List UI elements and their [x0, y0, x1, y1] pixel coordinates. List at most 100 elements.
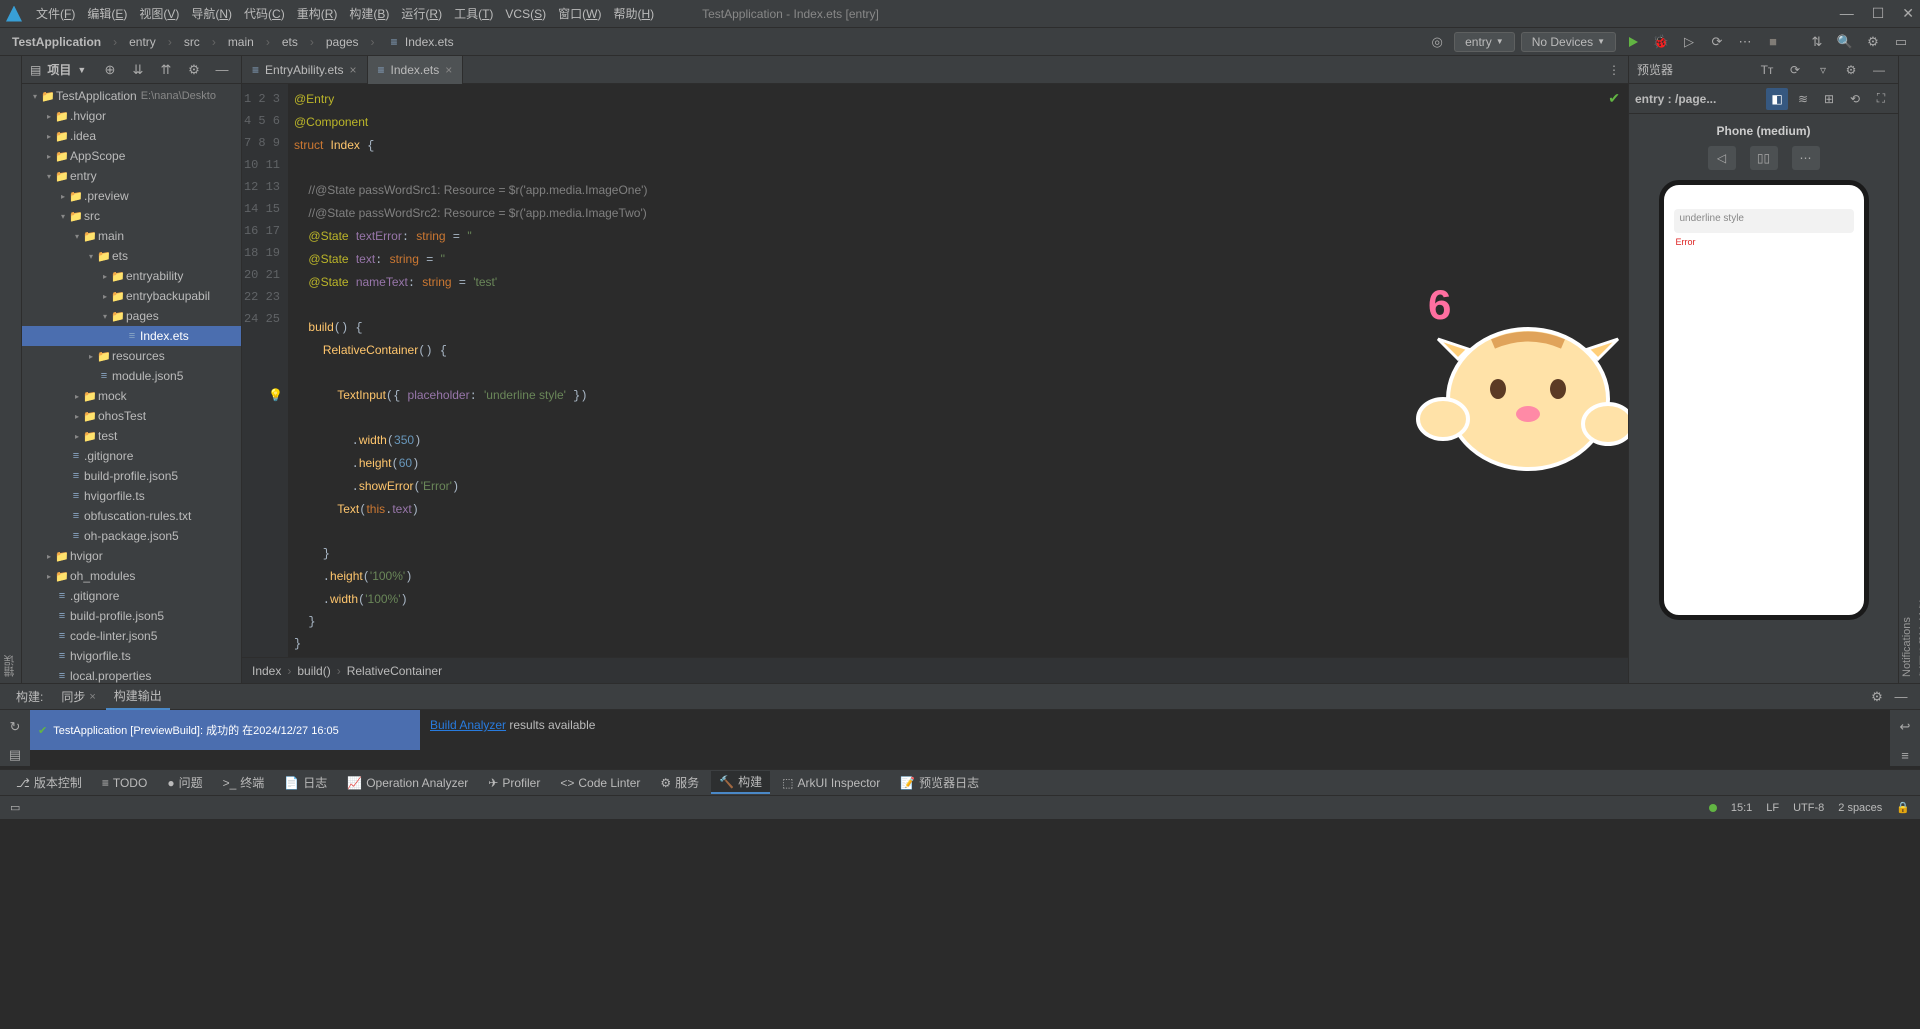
close-tab-icon[interactable]: ×: [349, 63, 356, 77]
line-gutter[interactable]: 1 2 3 4 5 6 7 8 9 10 11 12 13 14 15 16 1…: [242, 84, 288, 657]
stop-icon[interactable]: [1762, 31, 1784, 53]
tree-caret-icon[interactable]: ▾: [86, 252, 96, 261]
build-filter-icon[interactable]: ▤: [4, 744, 26, 766]
menu-帮助[interactable]: 帮助(H): [607, 5, 660, 23]
tree-item[interactable]: ≡ .gitignore: [22, 586, 241, 606]
menu-重构[interactable]: 重构(R): [291, 5, 344, 23]
build-tab[interactable]: 同步×: [53, 684, 103, 709]
preview-expand-icon[interactable]: ⛶: [1870, 88, 1892, 110]
tree-caret-icon[interactable]: ▸: [44, 572, 54, 581]
tree-caret-icon[interactable]: ▾: [58, 212, 68, 221]
tree-caret-icon[interactable]: ▸: [100, 272, 110, 281]
bottom-tool[interactable]: ⬚ArkUI Inspector: [774, 774, 888, 792]
tree-item[interactable]: ▸📁 hvigor: [22, 546, 241, 566]
preview-mode-icon[interactable]: ◧: [1766, 88, 1788, 110]
tree-item[interactable]: ▸📁 resources: [22, 346, 241, 366]
lightbulb-icon[interactable]: 💡: [268, 384, 283, 406]
tree-caret-icon[interactable]: ▸: [86, 352, 96, 361]
debug-icon[interactable]: [1650, 31, 1672, 53]
menu-工具[interactable]: 工具(T): [448, 5, 499, 23]
breadcrumb-segment[interactable]: pages: [322, 33, 363, 51]
status-lock-icon[interactable]: 🔒: [1896, 801, 1910, 814]
tree-caret-icon[interactable]: ▸: [44, 112, 54, 121]
status-encoding[interactable]: UTF-8: [1793, 802, 1824, 814]
build-result-item[interactable]: ✔ TestApplication [PreviewBuild]: 成功的 在2…: [30, 710, 420, 750]
bottom-tool[interactable]: ✈Profiler: [480, 774, 548, 792]
rail-Notifications[interactable]: Notifications: [1899, 56, 1915, 683]
editor-bc-segment[interactable]: Index: [252, 664, 281, 678]
menu-运行[interactable]: 运行(R): [395, 5, 448, 23]
vcs-icon[interactable]: ⇅: [1806, 31, 1828, 53]
menu-编辑[interactable]: 编辑(E): [81, 5, 133, 23]
run-config-dropdown[interactable]: entry ▼: [1454, 32, 1515, 52]
reload-icon[interactable]: [1706, 31, 1728, 53]
tree-caret-icon[interactable]: ▸: [72, 412, 82, 421]
editor-bc-segment[interactable]: build(): [297, 664, 330, 678]
editor-bc-segment[interactable]: RelativeContainer: [347, 664, 442, 678]
bottom-tool[interactable]: 📈Operation Analyzer: [339, 774, 476, 792]
tabs-more-icon[interactable]: ⋮: [1600, 63, 1628, 77]
preview-rotate-icon[interactable]: ⟲: [1844, 88, 1866, 110]
bottom-tool[interactable]: ●问题: [159, 772, 210, 793]
tree-caret-icon[interactable]: ▸: [44, 552, 54, 561]
locate-icon[interactable]: ⊕: [99, 59, 121, 81]
coverage-icon[interactable]: [1678, 31, 1700, 53]
refresh-preview-icon[interactable]: ⟳: [1784, 59, 1806, 81]
run-icon[interactable]: [1622, 31, 1644, 53]
build-settings-icon[interactable]: [1866, 686, 1888, 708]
menu-视图[interactable]: 视图(V): [133, 5, 185, 23]
tree-item[interactable]: ▾📁 pages: [22, 306, 241, 326]
dropdown-caret-icon[interactable]: ▼: [77, 65, 86, 75]
scroll-end-icon[interactable]: ≡: [1894, 744, 1916, 766]
hide-preview-icon[interactable]: —: [1868, 59, 1890, 81]
tree-item[interactable]: ≡ hvigorfile.ts: [22, 486, 241, 506]
bottom-tool[interactable]: 🔨构建: [711, 771, 770, 794]
tree-item[interactable]: ▸📁 ohosTest: [22, 406, 241, 426]
menu-构建[interactable]: 构建(B): [343, 5, 395, 23]
tree-item[interactable]: ▸📁 oh_modules: [22, 566, 241, 586]
status-position[interactable]: 15:1: [1731, 802, 1752, 814]
breadcrumb-segment[interactable]: main: [224, 33, 258, 51]
phone-back-icon[interactable]: ◁: [1708, 146, 1736, 170]
tree-item[interactable]: ▸📁 entrybackupabil: [22, 286, 241, 306]
collapse-icon[interactable]: ⇊: [127, 59, 149, 81]
close-button[interactable]: ✕: [1902, 5, 1914, 22]
preview-entry-label[interactable]: entry : /page...: [1635, 92, 1762, 106]
build-restart-icon[interactable]: ↻: [4, 716, 26, 738]
status-quick-access-icon[interactable]: ▭: [10, 801, 20, 814]
hide-build-icon[interactable]: —: [1890, 686, 1912, 708]
tree-item[interactable]: ≡ build-profile.json5: [22, 466, 241, 486]
menu-导航[interactable]: 导航(N): [185, 5, 238, 23]
tree-item[interactable]: ▸📁 .preview: [22, 186, 241, 206]
tree-item[interactable]: ▸📁 mock: [22, 386, 241, 406]
tree-item[interactable]: ≡ Index.ets: [22, 326, 241, 346]
status-line-ending[interactable]: LF: [1766, 802, 1779, 814]
tree-caret-icon[interactable]: ▸: [72, 432, 82, 441]
project-view-icon[interactable]: ▤: [30, 63, 41, 77]
bottom-tool[interactable]: 📄日志: [276, 772, 335, 793]
panel-settings-icon[interactable]: [183, 59, 205, 81]
tree-item[interactable]: ▸📁 test: [22, 426, 241, 446]
tree-item[interactable]: ≡ module.json5: [22, 366, 241, 386]
phone-more-icon[interactable]: ⋯: [1792, 146, 1820, 170]
tree-caret-icon[interactable]: ▸: [72, 392, 82, 401]
tree-item[interactable]: ▾📁 main: [22, 226, 241, 246]
menu-窗口[interactable]: 窗口(W): [552, 5, 607, 23]
close-tab-icon[interactable]: ×: [445, 63, 452, 77]
tree-item[interactable]: ≡ build-profile.json5: [22, 606, 241, 626]
tree-item[interactable]: ▸📁 .hvigor: [22, 106, 241, 126]
filter-icon[interactable]: ▿: [1812, 59, 1834, 81]
preview-layers-icon[interactable]: ≋: [1792, 88, 1814, 110]
breadcrumb-segment[interactable]: TestApplication: [8, 33, 105, 51]
tree-caret-icon[interactable]: ▸: [44, 132, 54, 141]
expand-icon[interactable]: ⇈: [155, 59, 177, 81]
build-tab[interactable]: 构建:: [8, 684, 51, 709]
build-analyzer-link[interactable]: Build Analyzer: [430, 718, 506, 732]
editor-tab[interactable]: ≡Index.ets×: [368, 56, 464, 84]
tree-item[interactable]: ▾📁 TestApplicationE:\nana\Deskto: [22, 86, 241, 106]
menu-代码[interactable]: 代码(C): [238, 5, 291, 23]
breadcrumb-segment[interactable]: ≡ Index.ets: [383, 33, 458, 51]
tree-item[interactable]: ≡ obfuscation-rules.txt: [22, 506, 241, 526]
tree-item[interactable]: ▾📁 ets: [22, 246, 241, 266]
soft-wrap-icon[interactable]: ↩: [1894, 716, 1916, 738]
